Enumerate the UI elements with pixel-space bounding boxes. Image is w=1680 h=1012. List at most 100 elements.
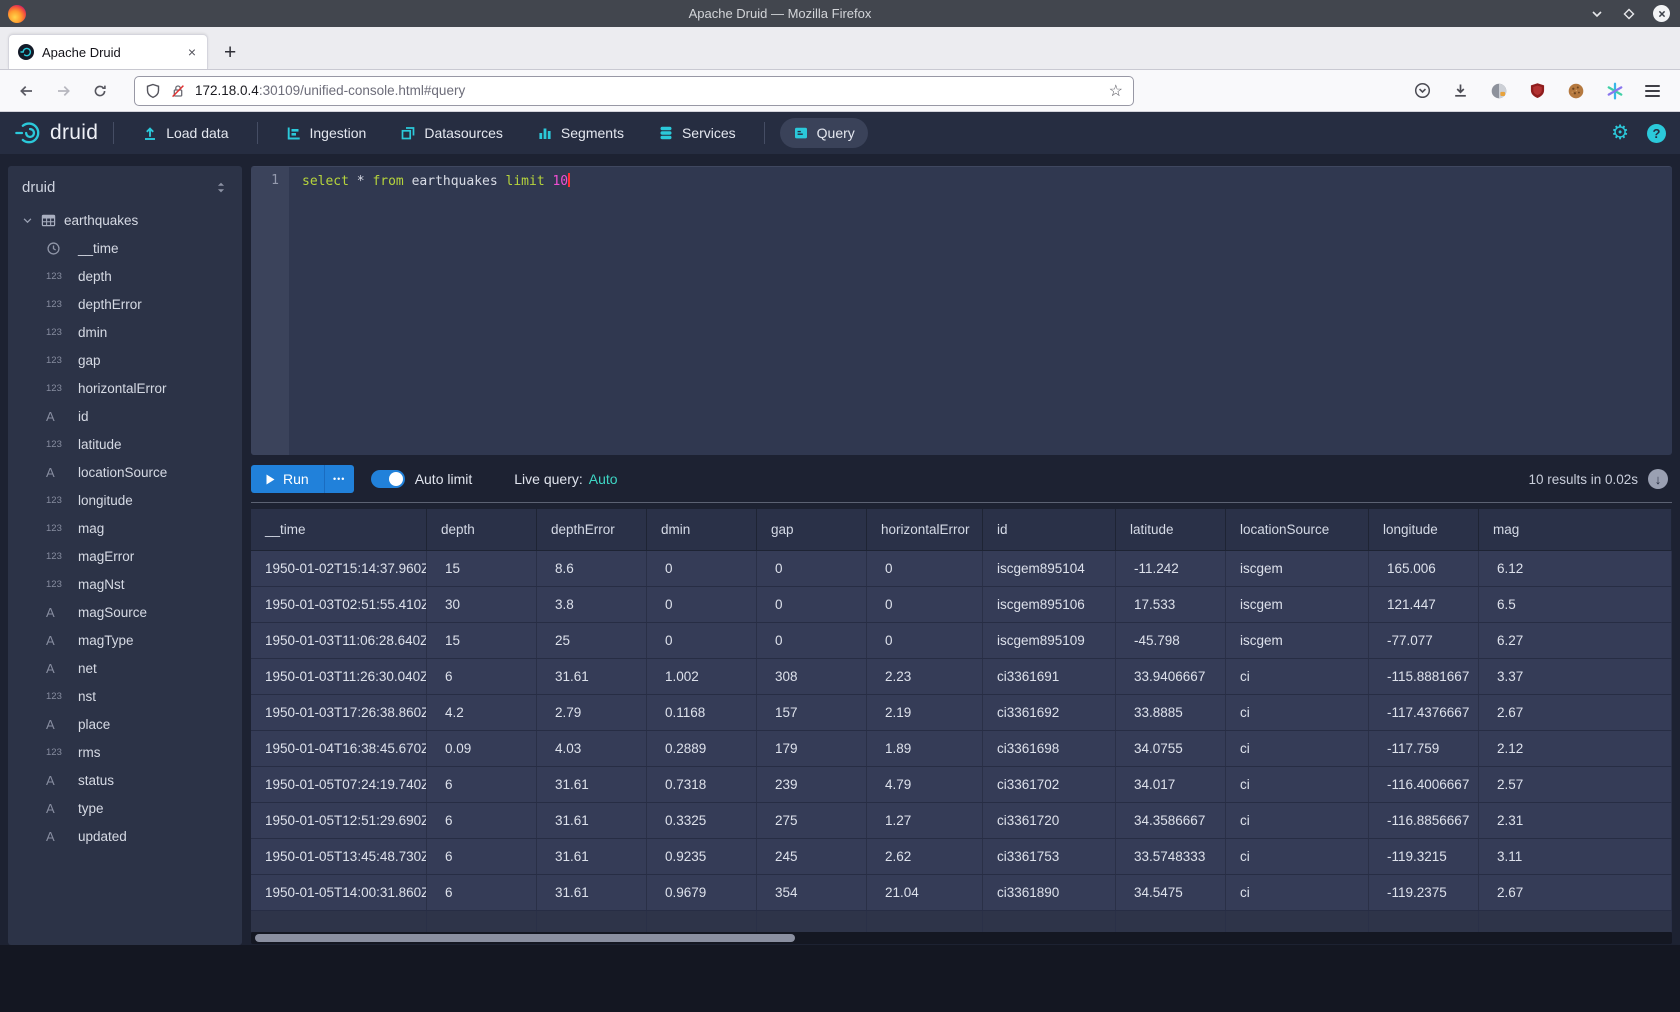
table-cell[interactable]: ci [1226,695,1369,730]
column-header-locationSource[interactable]: locationSource [1226,509,1369,550]
table-cell[interactable]: iscgem895104 [983,551,1116,586]
ublock-shield-icon[interactable] [1529,82,1546,99]
reload-icon[interactable] [92,83,108,99]
table-cell[interactable]: 275 [757,803,867,838]
table-cell[interactable]: ci3361698 [983,731,1116,766]
column-header-longitude[interactable]: longitude [1369,509,1479,550]
table-cell[interactable]: 2.79 [537,695,647,730]
table-cell[interactable]: 0.3325 [647,803,757,838]
table-cell[interactable]: 165.006 [1369,551,1479,586]
downloads-icon[interactable] [1452,82,1469,99]
nav-tab-datasources[interactable]: Datasources [387,118,516,148]
table-cell[interactable]: -117.759 [1369,731,1479,766]
table-cell[interactable]: 2.57 [1479,767,1672,802]
table-cell[interactable]: ci [1226,803,1369,838]
table-cell[interactable]: -45.798 [1116,623,1226,658]
nav-tab-segments[interactable]: Segments [524,118,637,148]
table-cell[interactable]: -117.4376667 [1369,695,1479,730]
settings-gear-icon[interactable]: ⚙ [1611,123,1629,143]
forward-icon[interactable] [55,83,72,99]
tracking-protection-shield-icon[interactable] [145,83,161,99]
table-cell[interactable]: 0 [757,587,867,622]
column-header-horizontalError[interactable]: horizontalError [867,509,983,550]
column-header-__time[interactable]: __time [251,509,427,550]
window-close-button[interactable] [1653,5,1670,22]
table-cell[interactable]: 1950-01-05T13:45:48.730Z [251,839,427,874]
table-cell[interactable]: 31.61 [537,875,647,910]
sidebar-column-dmin[interactable]: 123dmin [8,318,242,346]
column-header-gap[interactable]: gap [757,509,867,550]
sidebar-column-latitude[interactable]: 123latitude [8,430,242,458]
table-cell[interactable]: 0.2889 [647,731,757,766]
nav-tab-load-data[interactable]: Load data [129,118,241,148]
table-cell[interactable]: iscgem [1226,623,1369,658]
table-cell[interactable]: 0.1168 [647,695,757,730]
table-cell[interactable]: 34.0755 [1116,731,1226,766]
table-cell[interactable]: 0 [757,623,867,658]
table-cell[interactable]: 2.19 [867,695,983,730]
run-button[interactable]: Run [251,465,324,493]
druid-logo[interactable]: druid [14,119,98,147]
column-header-latitude[interactable]: latitude [1116,509,1226,550]
horizontal-scrollbar[interactable] [251,932,1672,944]
table-cell[interactable]: 0 [867,551,983,586]
table-cell[interactable]: 2.31 [1479,803,1672,838]
column-header-dmin[interactable]: dmin [647,509,757,550]
table-cell[interactable]: 4.2 [427,695,537,730]
cookie-extension-icon[interactable] [1567,82,1585,100]
download-results-icon[interactable]: ↓ [1648,469,1668,489]
window-minimize-icon[interactable] [1589,6,1605,22]
table-cell[interactable]: 1950-01-03T17:26:38.860Z [251,695,427,730]
sidebar-column-rms[interactable]: 123rms [8,738,242,766]
sidebar-column-updated[interactable]: Aupdated [8,822,242,850]
table-cell[interactable]: 0 [867,623,983,658]
table-cell[interactable]: ci3361691 [983,659,1116,694]
table-cell[interactable]: 354 [757,875,867,910]
table-cell[interactable]: 1950-01-04T16:38:45.670Z [251,731,427,766]
table-cell[interactable]: 0 [757,551,867,586]
sidebar-column-nst[interactable]: 123nst [8,682,242,710]
nav-tab-query[interactable]: Query [780,118,868,148]
table-cell[interactable]: 33.5748333 [1116,839,1226,874]
tab-close-icon[interactable]: × [186,44,198,60]
table-cell[interactable]: 245 [757,839,867,874]
table-cell[interactable]: ci3361890 [983,875,1116,910]
table-cell[interactable]: 31.61 [537,839,647,874]
auto-limit-toggle[interactable] [371,470,405,488]
horizontal-scrollbar-thumb[interactable] [255,934,795,942]
table-cell[interactable]: 31.61 [537,659,647,694]
sort-icon[interactable] [214,180,228,195]
sidebar-column-depth[interactable]: 123depth [8,262,242,290]
insecure-lock-icon[interactable] [170,83,186,99]
table-cell[interactable]: -119.2375 [1369,875,1479,910]
sidebar-column-magType[interactable]: AmagType [8,626,242,654]
table-cell[interactable]: 6 [427,659,537,694]
table-cell[interactable]: ci3361753 [983,839,1116,874]
table-cell[interactable]: 6.12 [1479,551,1672,586]
table-cell[interactable]: ci3361702 [983,767,1116,802]
browser-tab[interactable]: Apache Druid × [8,34,208,69]
table-cell[interactable]: 239 [757,767,867,802]
sidebar-column-status[interactable]: Astatus [8,766,242,794]
table-cell[interactable]: ci [1226,731,1369,766]
table-cell[interactable]: 6 [427,875,537,910]
table-cell[interactable]: ci [1226,839,1369,874]
table-cell[interactable]: iscgem [1226,551,1369,586]
table-cell[interactable]: 0.9679 [647,875,757,910]
table-cell[interactable]: 34.5475 [1116,875,1226,910]
table-cell[interactable]: 1950-01-05T07:24:19.740Z [251,767,427,802]
table-cell[interactable]: 4.79 [867,767,983,802]
table-cell[interactable]: 1950-01-03T11:26:30.040Z [251,659,427,694]
table-cell[interactable]: -11.242 [1116,551,1226,586]
table-cell[interactable]: 34.017 [1116,767,1226,802]
table-cell[interactable]: ci3361720 [983,803,1116,838]
table-cell[interactable]: ci [1226,659,1369,694]
table-cell[interactable]: 1.89 [867,731,983,766]
sidebar-column-place[interactable]: Aplace [8,710,242,738]
column-header-id[interactable]: id [983,509,1116,550]
table-cell[interactable]: 121.447 [1369,587,1479,622]
table-cell[interactable]: 17.533 [1116,587,1226,622]
table-cell[interactable]: 0 [867,587,983,622]
menu-icon[interactable] [1645,85,1660,97]
table-cell[interactable]: 1.002 [647,659,757,694]
